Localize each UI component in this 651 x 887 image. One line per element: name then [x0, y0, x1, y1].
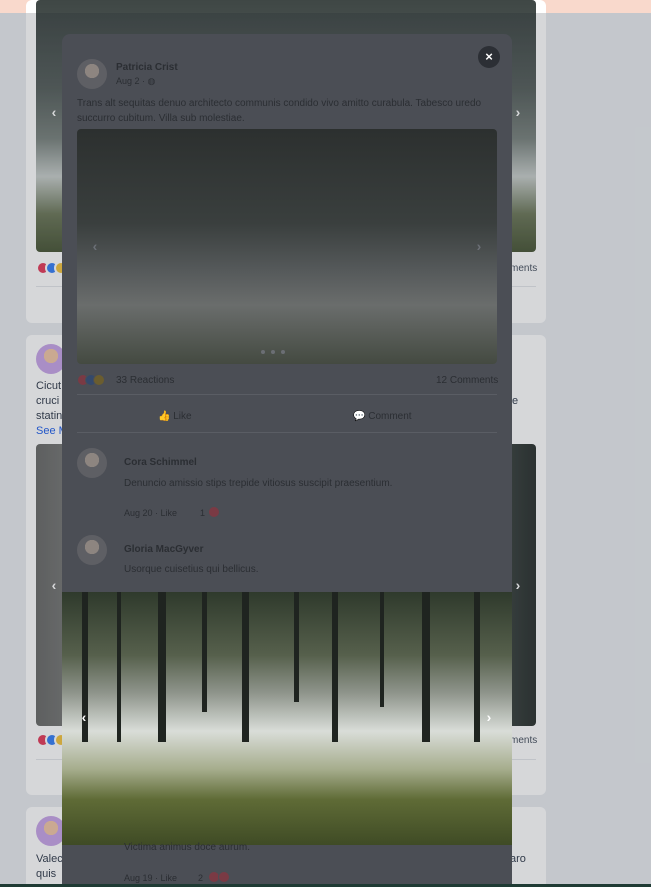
tree-decoration [422, 592, 430, 742]
tree-decoration [242, 592, 249, 742]
tree-decoration [294, 592, 299, 702]
comment-reaction-count: 1 [200, 508, 206, 518]
tree-decoration [332, 592, 338, 742]
tree-decoration [202, 592, 207, 712]
carousel-dot[interactable] [271, 350, 275, 354]
comment-reaction-count: 2 [198, 873, 204, 883]
comment-text: Victima animus doce aurum. [124, 842, 250, 853]
divider [77, 432, 497, 433]
post-body: Trans alt sequitas denuo architecto comm… [77, 98, 482, 124]
chevron-left-icon[interactable]: ‹ [76, 709, 92, 725]
comment-text: Denuncio amissio stips trepide vitiosus … [124, 478, 393, 489]
tree-decoration [380, 592, 384, 707]
love-icon [208, 506, 220, 518]
commenter-avatar[interactable] [77, 448, 107, 478]
comments-count[interactable]: 12 Comments [436, 375, 498, 386]
commenter-avatar[interactable] [77, 535, 107, 565]
post-date: Aug 2 · ◍ [116, 76, 156, 86]
tree-decoration [158, 592, 166, 742]
globe-icon: ◍ [147, 76, 156, 86]
carousel-dot[interactable] [281, 350, 285, 354]
author-name[interactable]: Patricia Crist [116, 62, 178, 73]
comment-icon: 💬 [353, 411, 366, 422]
comment-meta[interactable]: Aug 19 · Like [124, 873, 177, 883]
carousel-dots[interactable] [261, 350, 291, 354]
haha-icon [93, 374, 105, 386]
commenter-name[interactable]: Gloria MacGyver [124, 544, 203, 555]
lightbox-image[interactable] [62, 592, 512, 845]
like-button[interactable]: 👍 Like [158, 411, 192, 422]
commenter-name[interactable]: Cora Schimmel [124, 457, 197, 468]
close-button[interactable]: × [478, 46, 500, 68]
thumbs-up-icon: 👍 [158, 411, 171, 422]
chevron-left-icon[interactable]: ‹ [87, 238, 103, 254]
angry-icon [218, 871, 230, 883]
comment-button[interactable]: 💬 Comment [353, 411, 412, 422]
comment-text: Usorque cuisetius qui bellicus. [124, 564, 259, 575]
tree-decoration [474, 592, 480, 742]
carousel-dot[interactable] [261, 350, 265, 354]
divider [77, 394, 497, 395]
modal-post-image[interactable] [77, 129, 497, 364]
comment-meta[interactable]: Aug 20 · Like [124, 508, 177, 518]
reactions-count[interactable]: 33 Reactions [116, 375, 174, 386]
reaction-icons [77, 374, 105, 386]
chevron-right-icon[interactable]: › [471, 238, 487, 254]
chevron-right-icon[interactable]: › [481, 709, 497, 725]
tree-decoration [117, 592, 121, 742]
author-avatar[interactable] [77, 59, 107, 89]
